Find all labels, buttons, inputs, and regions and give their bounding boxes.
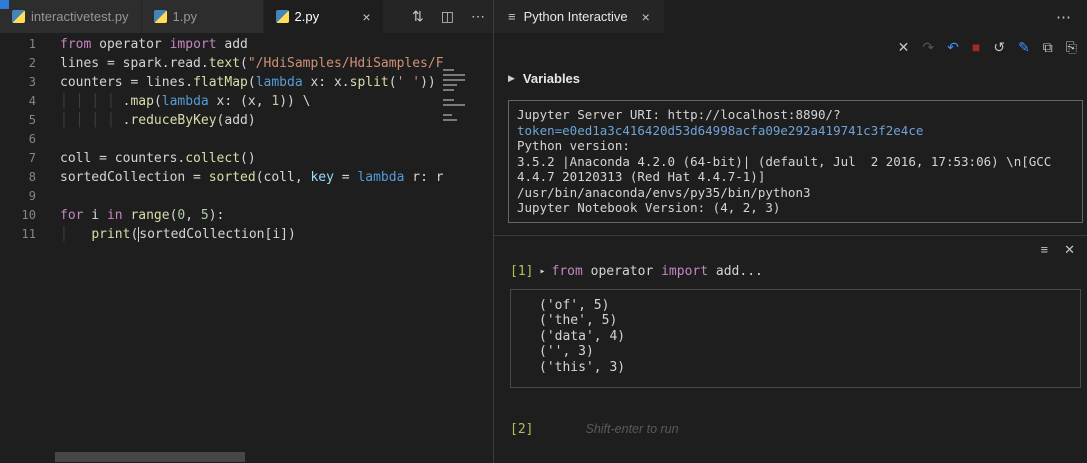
server-info-line: 4.4.7 20120313 (Red Hat 4.4.7-1)]: [517, 169, 1074, 185]
server-info-line: Python version:: [517, 138, 1074, 154]
panel-more-actions-icon[interactable]: ⋯: [1056, 8, 1087, 26]
variables-section-header[interactable]: ▶ Variables: [494, 61, 1087, 86]
python-file-icon: [154, 10, 167, 23]
code-line[interactable]: 7coll = counters.collect(): [0, 149, 493, 168]
compare-changes-icon[interactable]: ⇅: [412, 8, 424, 25]
minimap-gutter: [443, 66, 493, 463]
run-arrow-icon[interactable]: ▸: [539, 266, 545, 277]
python-file-icon: [12, 10, 25, 23]
close-panel-icon[interactable]: ×: [642, 9, 650, 25]
cell-output: ('of', 5)('the', 5)('data', 4)('', 3)('t…: [510, 289, 1081, 389]
editor-tab-bar: interactivetest.py 1.py 2.py × ⇅ ◫ ⋯: [0, 0, 493, 33]
more-actions-icon[interactable]: ⋯: [471, 8, 485, 25]
cell-toolbar: ≡✕: [494, 236, 1087, 258]
code-line[interactable]: 9: [0, 187, 493, 206]
close-tab-icon[interactable]: ×: [362, 9, 370, 25]
server-info-line: token=e0ed1a3c416420d53d64998acfa09e292a…: [517, 123, 1074, 139]
server-info-line: Jupyter Server URI: http://localhost:889…: [517, 107, 1074, 123]
tab-interactivetest-py[interactable]: interactivetest.py: [0, 0, 142, 33]
restart-kernel-icon[interactable]: ↺: [993, 39, 1005, 56]
tab-1-py[interactable]: 1.py: [142, 0, 264, 33]
output-line: ('the', 5): [539, 313, 1072, 329]
tab-label: 1.py: [173, 9, 198, 24]
code-line[interactable]: 3counters = lines.flatMap(lambda x: x.sp…: [0, 73, 493, 92]
expand-all-icon[interactable]: ⧉: [1043, 39, 1053, 56]
cell-prompt: [1]: [510, 264, 533, 279]
tab-label: 2.py: [295, 9, 320, 24]
redo-icon[interactable]: ↷: [922, 39, 934, 56]
cell-code[interactable]: from operator import add...: [552, 264, 763, 279]
horizontal-scrollbar[interactable]: [55, 452, 245, 462]
cell-1[interactable]: [1] ▸ from operator import add...: [494, 258, 1087, 279]
output-line: ('of', 5): [539, 298, 1072, 314]
python-file-icon: [276, 10, 289, 23]
chevron-right-icon[interactable]: ▶: [508, 73, 515, 84]
interactive-window-icon: ≡: [508, 9, 516, 24]
delete-cell-icon[interactable]: ✕: [1064, 242, 1075, 258]
output-line: ('', 3): [539, 344, 1072, 360]
server-info-line: Jupyter Notebook Version: (4, 2, 3): [517, 200, 1074, 216]
code-line[interactable]: 4│ │ │ │ .map(lambda x: (x, 1)) \: [0, 92, 493, 111]
server-info-line: 3.5.2 |Anaconda 4.2.0 (64-bit)| (default…: [517, 154, 1074, 170]
output-line: ('data', 4): [539, 329, 1072, 345]
editor-lines: 1from operator import add2lines = spark.…: [0, 35, 493, 244]
output-line: ('this', 3): [539, 360, 1072, 376]
goto-code-icon[interactable]: ≡: [1041, 242, 1049, 258]
cell-input-placeholder[interactable]: Shift-enter to run: [585, 422, 678, 436]
code-line[interactable]: 10for i in range(0, 5):: [0, 206, 493, 225]
export-notebook-icon[interactable]: ✎: [1018, 39, 1030, 56]
cell-2[interactable]: [2] Shift-enter to run: [494, 388, 1087, 437]
editor-group: interactivetest.py 1.py 2.py × ⇅ ◫ ⋯ 1fr…: [0, 0, 493, 463]
code-line[interactable]: 5│ │ │ │ .reduceByKey(add): [0, 111, 493, 130]
variables-label: Variables: [523, 71, 580, 86]
panel-tab-label: Python Interactive: [524, 9, 628, 24]
code-line[interactable]: 11│ print(sortedCollection[i]): [0, 225, 493, 244]
code-line[interactable]: 8sortedCollection = sorted(coll, key = l…: [0, 168, 493, 187]
python-interactive-panel: ≡ Python Interactive × ⋯ ✕ ↷ ↶ ■ ↺ ✎ ⧉ ⎘ ▶ Vari…: [493, 0, 1087, 463]
server-info: Jupyter Server URI: http://localhost:889…: [508, 100, 1083, 223]
clear-all-icon[interactable]: ✕: [898, 39, 910, 56]
code-line[interactable]: 1from operator import add: [0, 35, 493, 54]
tab-2-py[interactable]: 2.py ×: [264, 0, 384, 33]
code-line[interactable]: 6: [0, 130, 493, 149]
interrupt-kernel-icon[interactable]: ■: [972, 39, 980, 55]
cell-prompt: [2]: [510, 422, 533, 437]
corner-accent: [0, 0, 9, 9]
code-editor[interactable]: 1from operator import add2lines = spark.…: [0, 33, 493, 463]
split-editor-icon[interactable]: ◫: [441, 8, 454, 25]
tab-python-interactive[interactable]: ≡ Python Interactive ×: [494, 0, 664, 33]
collapse-all-icon[interactable]: ⎘: [1066, 39, 1077, 56]
panel-tab-bar: ≡ Python Interactive × ⋯: [494, 0, 1087, 33]
server-info-line: /usr/bin/anaconda/envs/py35/bin/python3: [517, 185, 1074, 201]
code-line[interactable]: 2lines = spark.read.text("/HdiSamples/Hd…: [0, 54, 493, 73]
panel-toolbar: ✕ ↷ ↶ ■ ↺ ✎ ⧉ ⎘: [494, 33, 1087, 61]
editor-actions: ⇅ ◫ ⋯: [412, 0, 493, 33]
undo-icon[interactable]: ↶: [947, 39, 959, 56]
minimap[interactable]: [443, 69, 465, 121]
tab-label: interactivetest.py: [31, 9, 129, 24]
